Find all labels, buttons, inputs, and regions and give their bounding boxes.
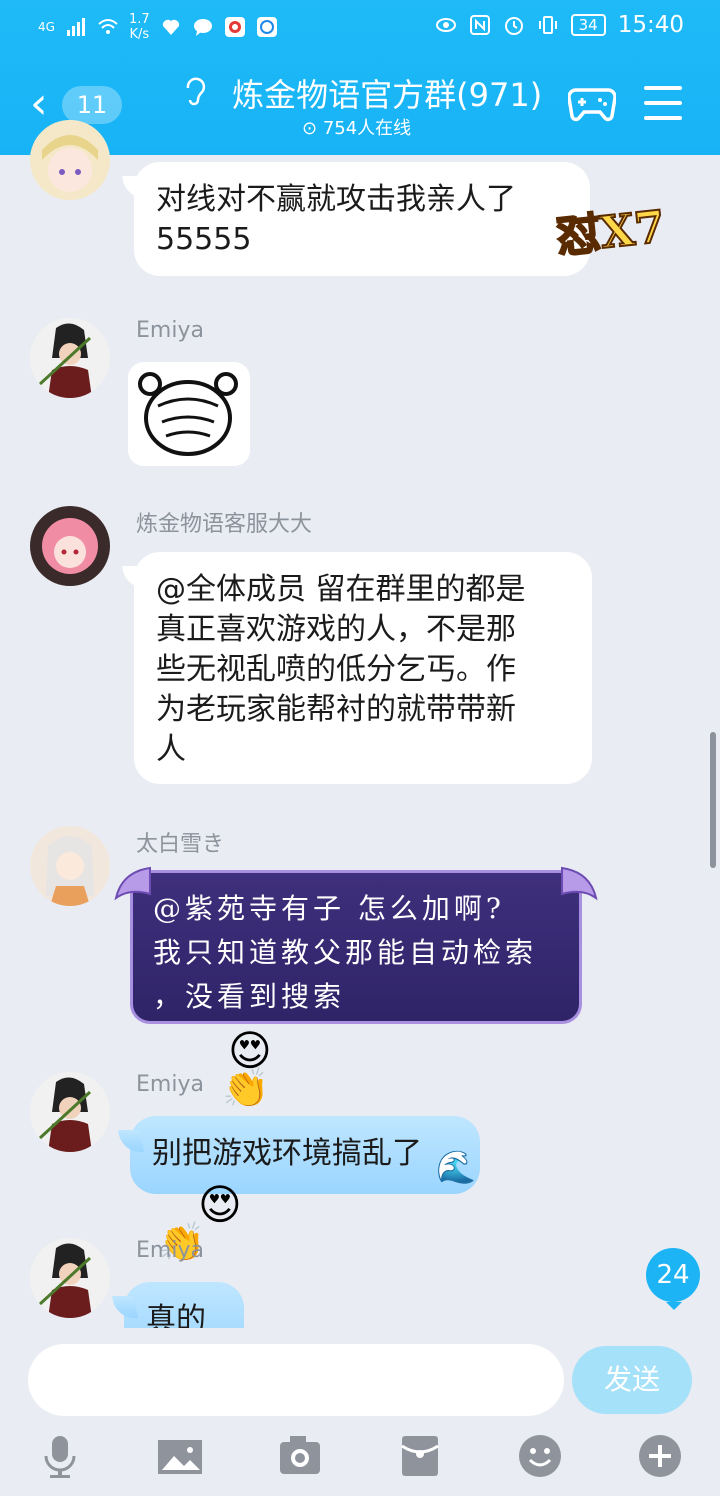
wave-icon: 🌊 <box>436 1148 476 1186</box>
message-bubble[interactable]: 真的 <box>124 1282 244 1328</box>
gamepad-icon[interactable] <box>568 84 616 122</box>
nfc-icon <box>469 15 490 35</box>
wing-icon <box>561 866 598 901</box>
message-icon <box>193 19 212 36</box>
vibrate-icon <box>538 16 557 34</box>
message-input[interactable] <box>28 1344 564 1416</box>
sender-name: 太白雪き <box>136 832 225 857</box>
avatar[interactable] <box>30 120 110 200</box>
signal-icon <box>66 18 85 36</box>
plus-icon[interactable] <box>636 1432 684 1480</box>
menu-icon[interactable] <box>644 86 682 120</box>
emoji-icon[interactable] <box>516 1432 564 1480</box>
toolbar <box>0 1432 720 1486</box>
sticker-image[interactable] <box>128 362 250 466</box>
sender-name: Emiya <box>136 1238 204 1263</box>
group-name: 炼金物语官方群(971) <box>232 76 543 114</box>
chevron-left-icon: ‹ <box>30 78 48 129</box>
clock: 15:40 <box>617 12 684 38</box>
wifi-icon <box>98 19 118 34</box>
chat-title[interactable]: 炼金物语官方群(971) <box>180 70 550 116</box>
avatar[interactable] <box>30 506 110 586</box>
composer-bar: 发送 <box>0 1328 720 1496</box>
eye-icon <box>435 18 456 32</box>
microphone-icon[interactable] <box>36 1432 84 1480</box>
back-button[interactable]: ‹ 11 <box>30 82 130 126</box>
avatar[interactable] <box>30 1072 110 1152</box>
sender-name: Emiya <box>136 1072 204 1097</box>
unread-count-badge: 11 <box>62 86 122 124</box>
camera-icon[interactable] <box>276 1432 324 1480</box>
message-bubble[interactable]: 别把游戏环境搞乱了 <box>130 1116 480 1194</box>
alarm-icon <box>504 17 523 35</box>
new-messages-badge[interactable]: 24 <box>646 1248 700 1310</box>
status-bar: 4G 1.7 K/s 34 15:40 <box>0 0 720 56</box>
avatar[interactable] <box>30 826 110 906</box>
browser-icon <box>256 17 277 37</box>
message-bubble[interactable]: @全体成员 留在群里的都是 真正喜欢游戏的人，不是那 些无视乱喷的低分乞丐。作 … <box>134 552 592 784</box>
check-circle-icon: ⊙ <box>302 118 318 139</box>
battery-indicator: 34 <box>570 14 606 36</box>
net-speed: 1.7 K/s <box>128 12 150 42</box>
clapping-hands-icon: 👏 <box>222 1066 270 1110</box>
red-packet-icon[interactable] <box>396 1432 444 1480</box>
online-status: ⊙ 754人在线 <box>302 118 412 139</box>
reaction-badge: 怼X7 <box>553 200 669 264</box>
message-bubble[interactable]: @紫苑寺有子 怎么加啊? 我只知道教父那能自动检索 ，没看到搜索 <box>130 870 582 1024</box>
app-header: 4G 1.7 K/s 34 15:40 ‹ 11 炼金物语官方群(971) ⊙ 7… <box>0 0 720 155</box>
health-icon <box>162 19 179 35</box>
image-icon[interactable] <box>156 1432 204 1480</box>
app-notification-icon <box>224 17 245 37</box>
scrollbar[interactable] <box>710 732 716 868</box>
sender-name: 炼金物语客服大大 <box>136 512 313 537</box>
network-type: 4G <box>38 20 55 34</box>
ear-icon <box>186 77 206 106</box>
sender-name: Emiya <box>136 318 204 343</box>
avatar[interactable] <box>30 318 110 398</box>
wing-icon <box>114 866 151 901</box>
message-bubble[interactable]: 对线对不赢就攻击我亲人了 55555 <box>134 162 590 276</box>
send-button[interactable]: 发送 <box>572 1346 692 1414</box>
